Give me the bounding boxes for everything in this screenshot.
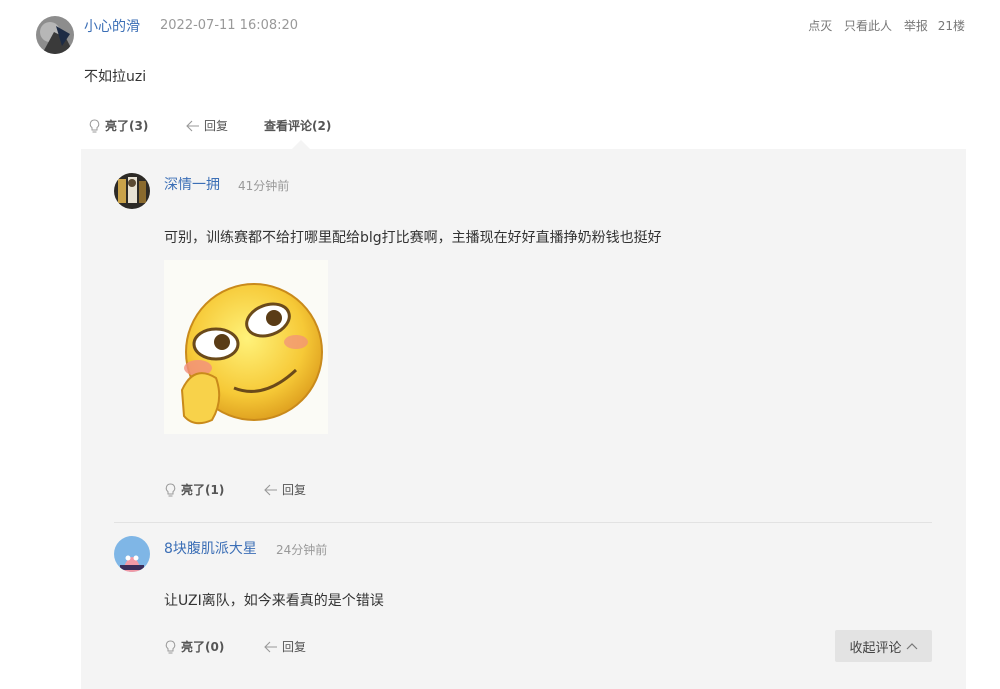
dislike-link[interactable]: 点灭 xyxy=(808,19,832,33)
comment-avatar[interactable] xyxy=(114,173,150,209)
comment-light-label: 亮了(0) xyxy=(181,640,225,654)
reply-arrow-icon xyxy=(186,120,199,131)
floor-number: 21楼 xyxy=(937,19,965,33)
comment-avatar[interactable] xyxy=(114,536,150,572)
light-button[interactable]: 亮了(3) xyxy=(88,117,148,134)
view-comments-button[interactable]: 查看评论(2) xyxy=(264,117,331,134)
comment-time: 24分钟前 xyxy=(276,543,328,557)
view-comments-label: 查看评论(2) xyxy=(264,119,332,133)
post-username[interactable]: 小心的滑 xyxy=(84,16,140,36)
reply-button[interactable]: 回复 xyxy=(186,117,228,134)
comment-light-label: 亮了(1) xyxy=(181,483,225,497)
comment-divider xyxy=(114,522,932,523)
lightbulb-icon xyxy=(165,482,176,496)
emoji-sticker-image[interactable] xyxy=(164,260,328,434)
comment-time: 41分钟前 xyxy=(238,179,290,193)
reply-arrow-icon xyxy=(264,641,277,652)
lightbulb-icon xyxy=(89,118,100,132)
avatar[interactable] xyxy=(36,16,74,54)
panel-pointer xyxy=(292,140,310,149)
comment-username[interactable]: 8块腹肌派大星 xyxy=(164,538,257,558)
comment-reply-button[interactable]: 回复 xyxy=(264,481,306,498)
comment-content: 让UZI离队，如今来看真的是个错误 xyxy=(164,593,384,609)
report-link[interactable]: 举报 xyxy=(904,19,928,33)
comment-light-button[interactable]: 亮了(1) xyxy=(164,481,224,498)
comment-reply-label: 回复 xyxy=(282,640,307,654)
reply-arrow-icon xyxy=(264,484,277,495)
post-top-links: 点灭 只看此人 举报 21楼 xyxy=(800,17,965,34)
chevron-up-icon xyxy=(906,643,917,650)
comment-light-button[interactable]: 亮了(0) xyxy=(164,638,224,655)
lightbulb-icon xyxy=(165,639,176,653)
comment-reply-button[interactable]: 回复 xyxy=(264,638,306,655)
collapse-comments-button[interactable]: 收起评论 xyxy=(835,630,932,662)
comment-username[interactable]: 深情一拥 xyxy=(164,174,220,194)
post-content: 不如拉uzi xyxy=(84,69,147,85)
reply-label: 回复 xyxy=(204,119,229,133)
comment-content: 可别，训练赛都不给打哪里配给blg打比赛啊，主播现在好好直播挣奶粉钱也挺好 xyxy=(164,230,662,246)
light-label: 亮了(3) xyxy=(105,119,149,133)
only-this-user-link[interactable]: 只看此人 xyxy=(844,19,892,33)
comment-reply-label: 回复 xyxy=(282,483,307,497)
collapse-label: 收起评论 xyxy=(849,640,902,656)
post-timestamp: 2022-07-11 16:08:20 xyxy=(160,18,299,33)
